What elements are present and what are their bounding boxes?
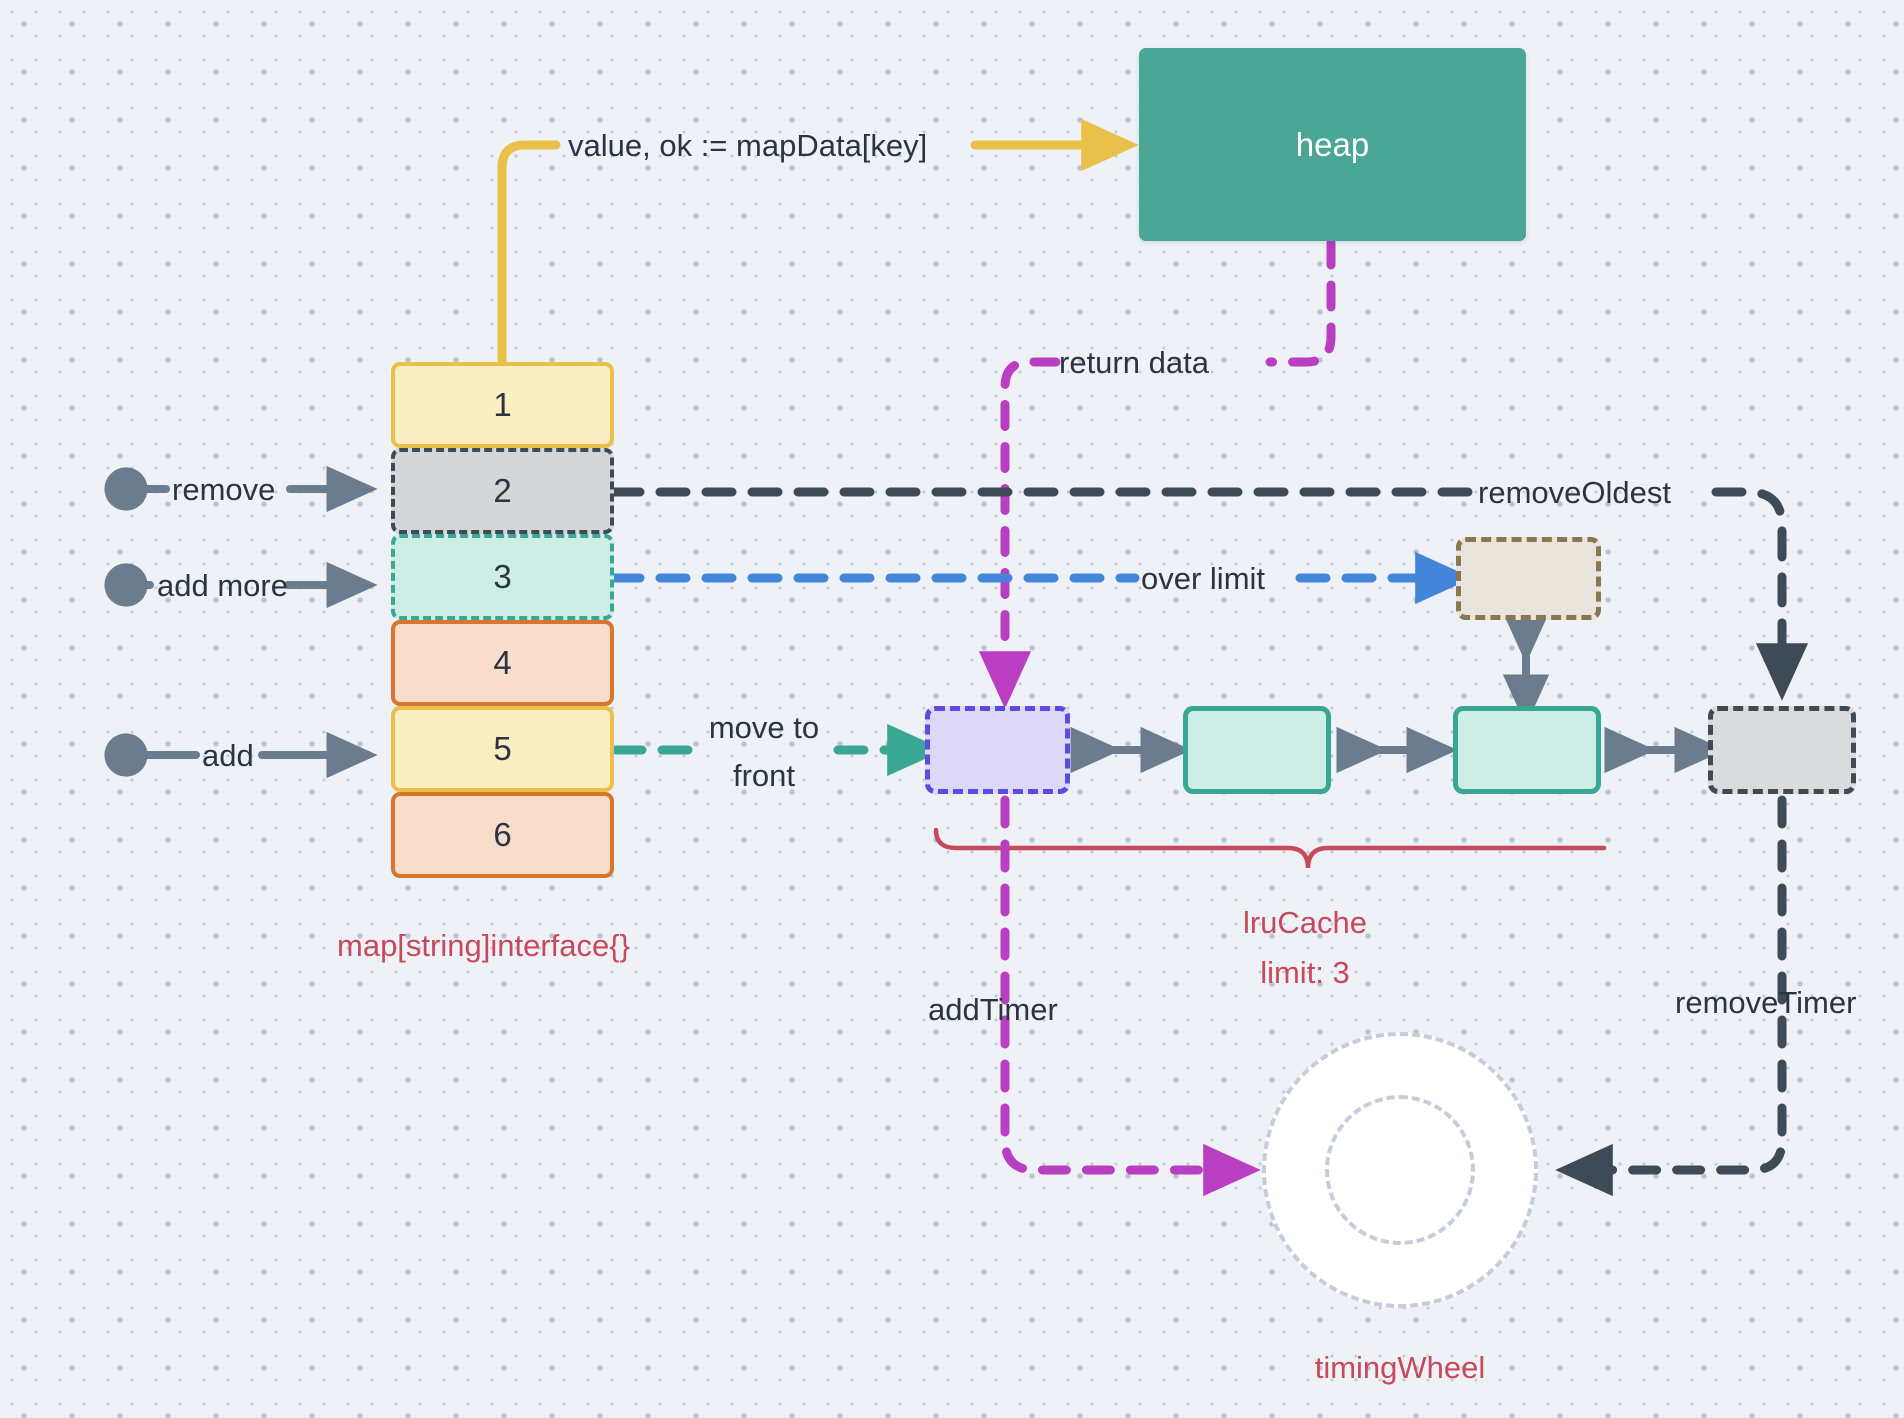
map-cell-2-label: 2 <box>493 472 512 509</box>
heap-label: heap <box>1295 125 1370 163</box>
lru-new-node[interactable] <box>925 706 1070 794</box>
map-cell-3-label: 3 <box>493 558 512 595</box>
map-cell-6-label: 6 <box>493 816 512 853</box>
map-cell-2[interactable]: 2 <box>391 448 614 534</box>
timing-wheel-caption: timingWheel <box>1314 1350 1486 1385</box>
edge-label-move-to-front-line2: front <box>732 758 796 793</box>
map-cell-6[interactable]: 6 <box>391 792 614 878</box>
edge-label-add: add <box>202 738 254 773</box>
diagram-canvas: heap 1 2 3 4 5 6 map[string]interface{} … <box>0 0 1904 1418</box>
edge-label-add-timer: addTimer <box>928 992 1058 1027</box>
edge-label-return-data: return data <box>1059 345 1209 380</box>
edge-label-add-more: add more <box>157 568 288 603</box>
edge-label-remove-oldest: removeOldest <box>1478 475 1671 510</box>
edge-label-over-limit: over limit <box>1141 561 1266 596</box>
map-cell-4[interactable]: 4 <box>391 620 614 706</box>
edge-label-remove: remove <box>172 472 276 507</box>
lru-cache-node-1[interactable] <box>1183 706 1331 794</box>
map-cell-1[interactable]: 1 <box>391 362 614 448</box>
map-cell-3[interactable]: 3 <box>391 534 614 620</box>
timing-wheel-inner <box>1325 1095 1475 1245</box>
lru-oldest-node[interactable] <box>1708 706 1856 794</box>
lru-cache-caption-line2: limit: 3 <box>1260 955 1350 990</box>
map-cell-5-label: 5 <box>493 730 512 767</box>
edge-label-map-lookup: value, ok := mapData[key] <box>568 128 928 163</box>
map-stack-caption: map[string]interface{} <box>337 928 630 963</box>
edge-label-remove-timer: removeTimer <box>1675 985 1857 1020</box>
lru-cache-caption-line1: lruCache <box>1242 905 1368 940</box>
lru-brace <box>933 827 1607 869</box>
edge-add-timer <box>1000 795 1261 1197</box>
edge-map-lookup <box>497 118 1139 365</box>
lru-cache-node-2[interactable] <box>1453 706 1601 794</box>
map-cell-5[interactable]: 5 <box>391 706 614 792</box>
heap-node[interactable]: heap <box>1139 48 1526 241</box>
map-cell-4-label: 4 <box>493 644 512 681</box>
edge-label-move-to-front-line1: move to <box>708 710 820 745</box>
edge-return-data <box>978 238 1336 709</box>
evicted-node[interactable] <box>1456 537 1601 620</box>
map-cell-1-label: 1 <box>493 386 512 423</box>
